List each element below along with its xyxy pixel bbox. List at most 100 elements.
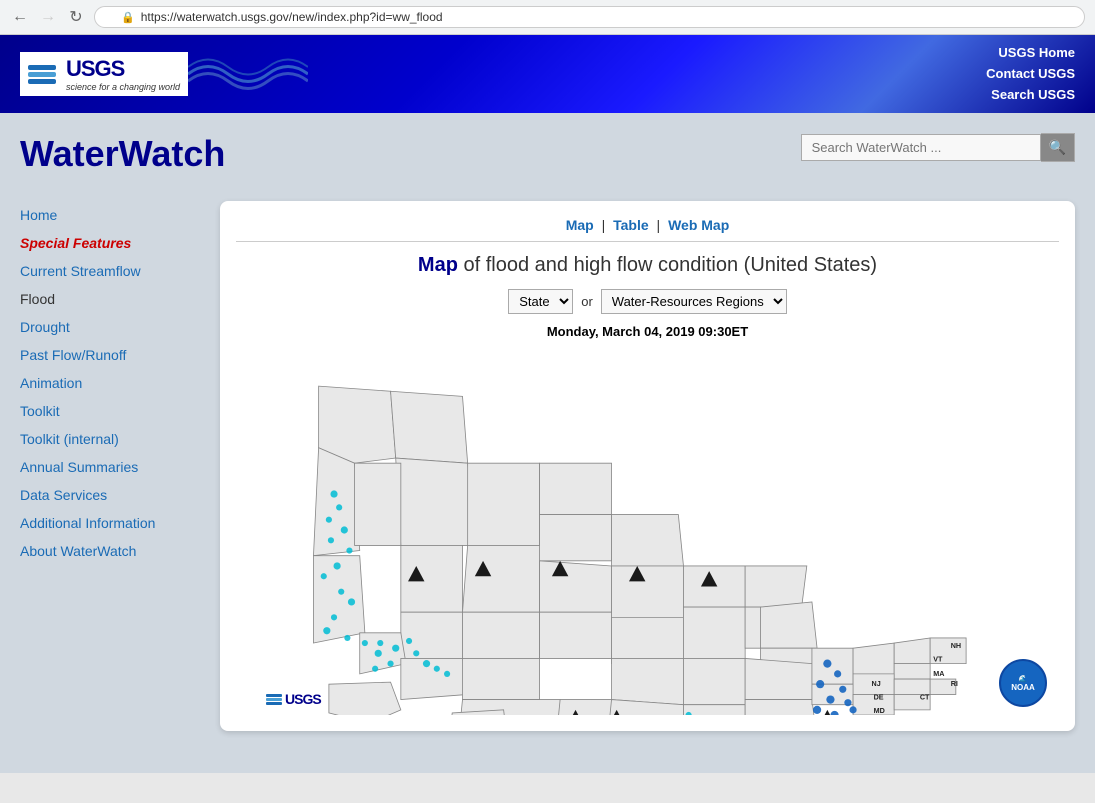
state-mt: [468, 464, 540, 546]
us-map-svg: NH VT MA RI CT NJ DE MD DC PR-VI AK: [236, 345, 1059, 715]
streamflow-dot: [326, 517, 332, 523]
sidebar-item-about[interactable]: About WaterWatch: [20, 537, 210, 565]
state-vt: [894, 638, 930, 664]
usgs-home-link[interactable]: USGS Home: [986, 43, 1075, 64]
filter-row: State or Water-Resources Regions: [236, 289, 1059, 314]
state-nm: [401, 659, 468, 700]
state-label-nh: NH: [951, 642, 961, 651]
state-ks: [540, 613, 612, 659]
state-wv: [745, 659, 812, 700]
streamflow-dot: [328, 538, 334, 544]
streamflow-dot: [330, 491, 337, 498]
flood-dot: [813, 706, 821, 714]
state-il: [683, 607, 745, 658]
footer-usgs-text: USGS: [285, 691, 321, 707]
state-la: [555, 700, 612, 715]
streamflow-dot: [323, 628, 330, 635]
map-title: Map of flood and high flow condition (Un…: [236, 254, 1059, 277]
flood-dot: [826, 696, 834, 704]
sidebar-item-special-features[interactable]: Special Features: [20, 229, 210, 257]
sidebar-item-additional-info[interactable]: Additional Information: [20, 509, 210, 537]
usgs-logo-text: USGS: [66, 56, 180, 82]
tab-map[interactable]: Map: [566, 217, 594, 233]
contact-usgs-link[interactable]: Contact USGS: [986, 64, 1075, 85]
map-title-link[interactable]: Map: [418, 254, 458, 276]
state-select[interactable]: State: [508, 289, 573, 314]
streamflow-dot: [321, 574, 327, 580]
page-title: WaterWatch: [20, 133, 225, 175]
state-ky: [683, 659, 745, 705]
streamflow-dot: [377, 640, 383, 646]
sidebar-item-flood[interactable]: Flood: [20, 285, 210, 313]
streamflow-dot: [406, 638, 412, 644]
sidebar-item-current-streamflow[interactable]: Current Streamflow: [20, 257, 210, 285]
sidebar-item-past-flow[interactable]: Past Flow/Runoff: [20, 341, 210, 369]
state-ne: [540, 561, 612, 612]
state-tn: [683, 705, 745, 715]
state-ak: [329, 683, 401, 716]
state-label-de: DE: [874, 693, 884, 702]
usgs-tagline: science for a changing world: [66, 82, 180, 92]
reload-button[interactable]: ↻: [66, 7, 86, 27]
state-ok: [463, 659, 540, 700]
state-mi-low: [761, 602, 818, 648]
page-body: WaterWatch 🔍 Home Special Features Curre…: [0, 113, 1095, 773]
state-mi-up: [745, 566, 807, 607]
state-label-ct: CT: [920, 693, 930, 702]
search-usgs-link[interactable]: Search USGS: [986, 85, 1075, 106]
address-bar[interactable]: 🔒 https://waterwatch.usgs.gov/new/index.…: [94, 6, 1085, 28]
content-area: Home Special Features Current Streamflow…: [20, 201, 1075, 731]
usgs-footer-logo: USGS: [266, 691, 321, 707]
streamflow-dot: [344, 635, 350, 641]
header-area: WaterWatch 🔍: [20, 133, 1075, 191]
streamflow-dot: [372, 666, 378, 672]
sidebar-item-annual-summaries[interactable]: Annual Summaries: [20, 453, 210, 481]
streamflow-dot: [338, 589, 344, 595]
flood-dot: [849, 707, 856, 714]
state-nd: [540, 464, 612, 515]
tab-bar: Map | Table | Web Map: [236, 217, 1059, 242]
streamflow-dot: [444, 671, 450, 677]
forward-button[interactable]: →: [38, 7, 58, 27]
flood-dot: [830, 711, 838, 715]
region-select[interactable]: Water-Resources Regions: [601, 289, 787, 314]
state-or-s: [355, 464, 401, 546]
streamflow-dot: [334, 563, 341, 570]
state-nh: [894, 664, 930, 679]
state-ar: [612, 659, 684, 705]
state-va: [745, 700, 817, 715]
tab-separator-1: |: [602, 217, 610, 233]
sidebar-item-data-services[interactable]: Data Services: [20, 481, 210, 509]
streamflow-dot: [423, 660, 430, 667]
filter-or-text: or: [581, 294, 593, 309]
streamflow-dot: [392, 645, 399, 652]
state-label-md: MD: [874, 706, 885, 715]
streamflow-dot: [341, 527, 348, 534]
flood-dot: [834, 671, 841, 678]
sidebar-item-toolkit-internal[interactable]: Toolkit (internal): [20, 425, 210, 453]
state-wy: [463, 546, 540, 613]
tab-table[interactable]: Table: [613, 217, 649, 233]
search-button[interactable]: 🔍: [1041, 133, 1075, 162]
sidebar-item-animation[interactable]: Animation: [20, 369, 210, 397]
tab-separator-2: |: [657, 217, 665, 233]
flood-dot: [839, 686, 846, 693]
state-label-nj: NJ: [872, 680, 881, 689]
sidebar-item-home[interactable]: Home: [20, 201, 210, 229]
flood-dot: [816, 680, 824, 688]
state-label-vt: VT: [933, 655, 943, 664]
usgs-logo: USGS science for a changing world: [20, 52, 188, 96]
flood-dot: [844, 699, 851, 706]
back-button[interactable]: ←: [10, 7, 30, 27]
state-ny: [853, 643, 894, 674]
state-in: [745, 607, 760, 648]
noaa-text: NOAA: [1011, 683, 1035, 692]
usgs-header: USGS science for a changing world USGS H…: [0, 35, 1095, 113]
sidebar-item-toolkit[interactable]: Toolkit: [20, 397, 210, 425]
sidebar-item-drought[interactable]: Drought: [20, 313, 210, 341]
streamflow-dot: [362, 640, 368, 646]
tab-web-map[interactable]: Web Map: [668, 217, 729, 233]
search-input[interactable]: [801, 134, 1041, 161]
streamflow-dot: [413, 651, 419, 657]
streamflow-dot: [336, 505, 342, 511]
